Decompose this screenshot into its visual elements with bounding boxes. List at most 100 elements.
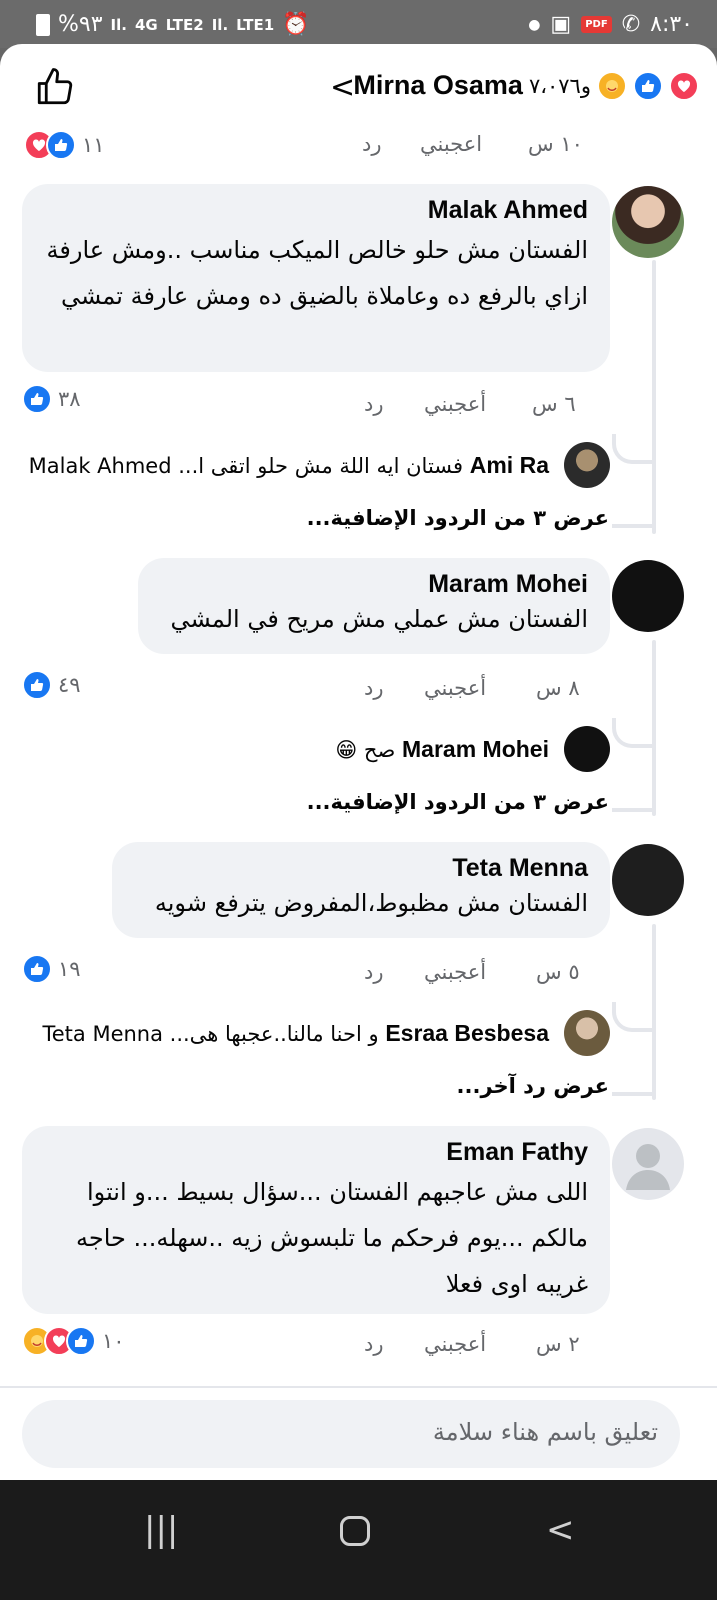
reply-author: Ami Ra xyxy=(469,452,549,478)
comment-reactions[interactable]: ٤٩ xyxy=(22,670,81,700)
signal-icon-2: Il. xyxy=(211,15,229,34)
reaction-count: ١٩ xyxy=(58,957,81,981)
comment-time: ٦ س xyxy=(532,392,576,416)
battery-icon xyxy=(36,13,50,36)
gallery-icon: ▣ xyxy=(550,12,572,37)
status-right: ● ▣ PDF ✆ ٨:٣٠ xyxy=(528,12,693,37)
lte1-label: LTE1 xyxy=(236,15,275,34)
pdf-icon: PDF xyxy=(581,16,612,33)
status-left: %٩٣ Il. 4G LTE2 Il. LTE1 ⏰ xyxy=(36,12,310,37)
avatar-maram-mohei[interactable] xyxy=(612,560,684,632)
comment-time: ١٠ س xyxy=(528,132,583,156)
thread-curve xyxy=(612,1002,652,1032)
comment-text: الفستان مش مظبوط،المفروض يترفع شويه xyxy=(154,889,588,917)
comment-time: ٥ س xyxy=(536,960,580,984)
reply-author: Esraa Besbesa xyxy=(385,1020,549,1046)
view-more-replies[interactable]: عرض ٣ من الردود الإضافية... xyxy=(307,790,609,814)
commenter-name[interactable]: Maram Mohei xyxy=(160,570,588,599)
like-icon xyxy=(22,384,52,414)
comment-text: الفستان مش حلو خالص الميكب مناسب ..ومش ع… xyxy=(46,236,588,310)
reply-preview[interactable]: Maram Mohei صح 😁 xyxy=(335,736,549,763)
view-more-replies[interactable]: عرض رد آخر... xyxy=(457,1074,609,1098)
love-icon xyxy=(669,70,699,101)
back-chevron-icon[interactable]: < xyxy=(330,70,355,105)
avatar-maram-mohei-reply[interactable] xyxy=(564,726,610,772)
dot-icon: ● xyxy=(528,16,541,33)
android-nav-bar: ||| < xyxy=(0,1480,717,1600)
comment-reactions[interactable]: ١٠ xyxy=(22,1326,125,1356)
network-type: 4G xyxy=(134,15,158,34)
like-link[interactable]: أعجبني xyxy=(424,392,486,416)
post-author-name: Mirna Osama xyxy=(353,70,523,100)
whatsapp-icon: ✆ xyxy=(621,12,641,37)
battery-level: %٩٣ xyxy=(58,12,103,37)
comment-bubble[interactable]: Malak Ahmed الفستان مش حلو خالص الميكب م… xyxy=(22,184,610,372)
reply-author: Maram Mohei xyxy=(402,736,549,762)
comment-time: ٢ س xyxy=(536,1332,580,1356)
like-link[interactable]: أعجبني xyxy=(424,960,486,984)
reply-link[interactable]: رد xyxy=(364,392,384,416)
thread-curve xyxy=(612,498,652,528)
comment-reactions[interactable]: ١٩ xyxy=(22,954,81,984)
avatar-esraa-besbesa[interactable] xyxy=(564,1010,610,1056)
comment-reactions[interactable]: ٣٨ xyxy=(22,384,81,414)
recents-icon[interactable]: ||| xyxy=(144,1510,178,1550)
commenter-name[interactable]: Eman Fathy xyxy=(44,1138,588,1167)
clock: ٨:٣٠ xyxy=(650,12,693,37)
commenter-name[interactable]: Malak Ahmed xyxy=(44,196,588,225)
care-icon xyxy=(597,70,627,101)
reply-preview[interactable]: Esraa Besbesa و احنا مالنا..عجبها هى... … xyxy=(43,1020,550,1047)
comment-text: اللى مش عاجبهم الفستان ...سؤال بسيط ...و… xyxy=(76,1178,588,1298)
comment-bubble[interactable]: Eman Fathy اللى مش عاجبهم الفستان ...سؤا… xyxy=(22,1126,610,1314)
lte2-label: LTE2 xyxy=(165,15,204,34)
back-icon[interactable]: < xyxy=(546,1510,575,1550)
alarm-icon: ⏰ xyxy=(282,12,310,37)
like-link[interactable]: أعجبني xyxy=(424,676,486,700)
avatar-eman-fathy[interactable] xyxy=(612,1128,684,1200)
thread-line xyxy=(652,640,656,816)
thread-curve xyxy=(612,434,652,464)
reply-preview[interactable]: Ami Ra فستان ايه اللة مش حلو اتقى ا... M… xyxy=(29,452,549,479)
reactions-count: و٧،٠٧٦ xyxy=(528,73,591,98)
like-link[interactable]: أعجبني xyxy=(424,1332,486,1356)
like-icon xyxy=(22,670,52,700)
comment-time: ٨ س xyxy=(536,676,580,700)
thread-curve xyxy=(612,1066,652,1096)
avatar-teta-menna[interactable] xyxy=(612,844,684,916)
comment-text: الفستان مش عملي مش مريح في المشي xyxy=(170,605,588,633)
comment-input[interactable]: تعليق باسم هناء سلامة xyxy=(22,1400,680,1468)
comment-bubble[interactable]: Maram Mohei الفستان مش عملي مش مريح في ا… xyxy=(138,558,610,654)
signal-icon: Il. xyxy=(110,15,127,34)
comment-bubble[interactable]: Teta Menna الفستان مش مظبوط،المفروض يترف… xyxy=(112,842,610,938)
reaction-count: ١٠ xyxy=(102,1329,125,1353)
view-more-replies[interactable]: عرض ٣ من الردود الإضافية... xyxy=(307,506,609,530)
thread-curve xyxy=(612,782,652,812)
reply-link[interactable]: رد xyxy=(364,960,384,984)
reaction-count: ٣٨ xyxy=(58,387,81,411)
reply-text: فستان ايه اللة مش حلو اتقى ا... Malak Ah… xyxy=(28,454,464,478)
like-icon xyxy=(66,1326,96,1356)
thread-line xyxy=(652,924,656,1100)
header-title-group[interactable]: Mirna Osama و٧،٠٧٦ xyxy=(353,70,699,101)
thread-curve xyxy=(612,718,652,748)
thread-line xyxy=(652,260,656,534)
avatar-ami-ra[interactable] xyxy=(564,442,610,488)
reply-link[interactable]: رد xyxy=(364,1332,384,1356)
reply-text: و احنا مالنا..عجبها هى... Teta Menna xyxy=(42,1022,379,1046)
default-avatar-icon xyxy=(626,1144,670,1190)
like-outline-icon[interactable] xyxy=(34,66,76,108)
reaction-count: ٤٩ xyxy=(58,673,81,697)
avatar-malak-ahmed[interactable] xyxy=(612,186,684,258)
reply-link[interactable]: رد xyxy=(364,676,384,700)
divider xyxy=(0,1386,717,1388)
like-link[interactable]: اعجبني xyxy=(420,132,482,156)
reaction-count: ١١ xyxy=(82,133,105,157)
like-icon xyxy=(46,130,76,160)
comments-sheet: < Mirna Osama و٧،٠٧٦ ١١ ١٠ س اعجبني رد M… xyxy=(0,44,717,1510)
like-icon xyxy=(22,954,52,984)
commenter-name[interactable]: Teta Menna xyxy=(134,854,588,883)
top-reactions[interactable]: ١١ xyxy=(24,130,105,160)
reply-link[interactable]: رد xyxy=(362,132,382,156)
like-icon xyxy=(633,70,663,101)
home-icon[interactable] xyxy=(340,1516,370,1546)
